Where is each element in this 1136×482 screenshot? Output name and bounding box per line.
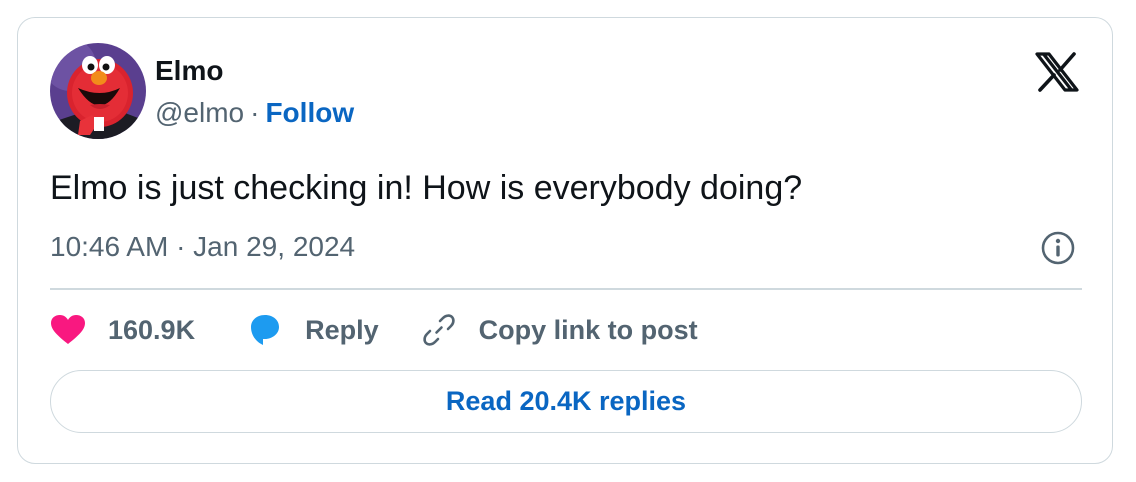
x-logo-icon[interactable]: [1034, 52, 1080, 92]
separator-dot: ·: [250, 97, 260, 128]
elmo-avatar-icon: [50, 43, 146, 139]
author-handle-row: @elmo · Follow: [155, 96, 354, 130]
heart-icon: [51, 315, 85, 344]
reply-label: Reply: [305, 314, 379, 345]
like-count: 160.9K: [108, 314, 196, 345]
post-timestamp[interactable]: 10:46 AM · Jan 29, 2024: [50, 230, 355, 264]
copy-link-label: Copy link to post: [478, 314, 698, 345]
follow-button[interactable]: Follow: [265, 97, 354, 128]
author-handle[interactable]: @elmo: [155, 97, 244, 128]
action-bar: 160.9K Reply Copy link to post: [50, 308, 698, 352]
post-text: Elmo is just checking in! How is everybo…: [50, 169, 803, 207]
divider: [50, 288, 1082, 290]
info-icon[interactable]: [1040, 230, 1076, 266]
reply-button[interactable]: Reply: [247, 312, 379, 348]
link-icon: [422, 314, 455, 346]
copy-link-button[interactable]: Copy link to post: [421, 312, 698, 348]
like-button[interactable]: 160.9K: [50, 314, 195, 346]
author-display-name[interactable]: Elmo: [155, 54, 223, 88]
read-replies-button[interactable]: Read 20.4K replies: [50, 370, 1082, 433]
author-avatar[interactable]: [50, 43, 146, 139]
embedded-post-card: Elmo @elmo · Follow Elmo is just checking …: [17, 17, 1113, 464]
reply-bubble-icon: [251, 315, 280, 345]
